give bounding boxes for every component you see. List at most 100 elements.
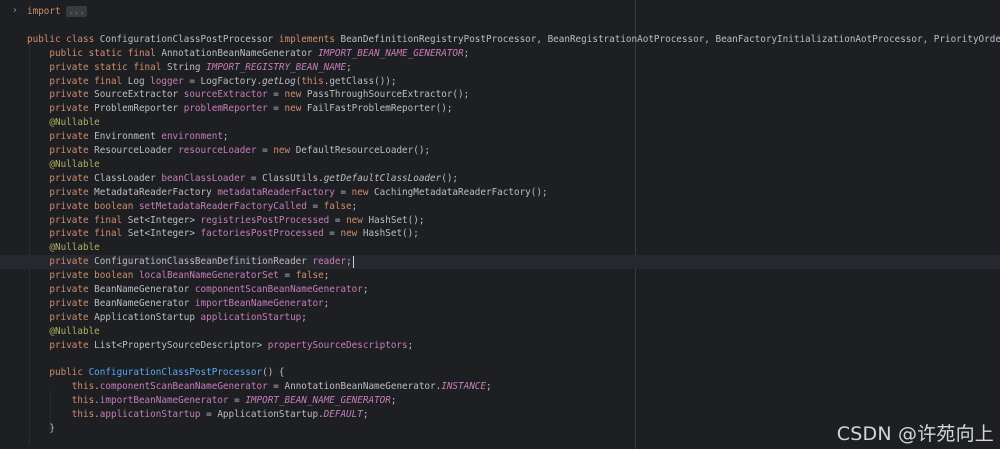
code-line[interactable]: @Nullable bbox=[0, 325, 99, 339]
code-token: CachingMetadataReaderFactory(); bbox=[374, 186, 548, 198]
code-token: () { bbox=[262, 367, 285, 379]
code-line[interactable]: private ConfigurationClassBeanDefinition… bbox=[0, 255, 1000, 270]
code-line[interactable]: private final Set<Integer> factoriesPost… bbox=[0, 227, 419, 241]
code-token: ; bbox=[486, 381, 492, 393]
code-token: private bbox=[49, 284, 95, 295]
code-line[interactable]: private List<PropertySourceDescriptor> p… bbox=[0, 339, 413, 353]
code-token: @Nullable bbox=[49, 117, 100, 129]
code-token: AnnotationBeanNameGenerator bbox=[161, 47, 319, 59]
code-token: private final bbox=[49, 75, 128, 87]
code-token: .getClass()); bbox=[323, 75, 397, 87]
code-token: ; bbox=[323, 270, 330, 282]
code-token: FailFastProblemReporter(); bbox=[306, 103, 453, 115]
code-token: (); bbox=[441, 172, 459, 184]
code-token: ; bbox=[222, 131, 229, 143]
code-line[interactable]: private boolean setMetadataReaderFactory… bbox=[0, 200, 357, 214]
code-line[interactable]: private ApplicationStartup applicationSt… bbox=[0, 311, 307, 325]
code-token: new bbox=[351, 186, 375, 198]
code-token: = AnnotationBeanNameGenerator. bbox=[267, 381, 442, 393]
code-line[interactable]: private ResourceLoader resourceLoader = … bbox=[0, 144, 430, 158]
code-line[interactable]: public ConfigurationClassPostProcessor()… bbox=[0, 366, 284, 380]
code-line[interactable]: private SourceExtractor sourceExtractor … bbox=[0, 88, 469, 102]
code-token: = bbox=[228, 395, 246, 407]
code-editor[interactable]: › import ... public class ConfigurationCl… bbox=[0, 0, 1000, 449]
code-token: ResourceLoader bbox=[94, 145, 179, 156]
code-line[interactable]: @Nullable bbox=[0, 116, 100, 130]
code-line[interactable]: private final Log logger = LogFactory.ge… bbox=[0, 75, 396, 89]
code-token: ProblemReporter bbox=[94, 103, 184, 115]
code-token: new bbox=[340, 228, 363, 240]
code-token: private bbox=[49, 172, 95, 184]
code-line[interactable]: private ProblemReporter problemReporter … bbox=[0, 102, 452, 116]
code-line[interactable]: private ClassLoader beanClassLoader = Cl… bbox=[0, 172, 458, 186]
code-token: ; bbox=[351, 200, 358, 212]
code-token: this bbox=[301, 75, 324, 87]
code-token: BeanDefinitionRegistryPostProcessor, Bea… bbox=[340, 33, 1000, 45]
code-token: sourceExtractor bbox=[183, 89, 268, 101]
code-token: IMPORT_BEAN_NAME_GENERATOR bbox=[318, 47, 464, 59]
code-token: private boolean bbox=[49, 270, 139, 282]
code-line[interactable]: this.importBeanNameGenerator = IMPORT_BE… bbox=[0, 394, 397, 408]
code-line[interactable]: public static final AnnotationBeanNameGe… bbox=[0, 47, 469, 61]
text-caret bbox=[352, 255, 354, 268]
code-line[interactable]: import ... bbox=[0, 5, 87, 19]
code-token: INSTANCE bbox=[441, 381, 486, 393]
right-margin-guide bbox=[635, 0, 636, 449]
code-token: ; bbox=[407, 339, 414, 351]
code-token: implements bbox=[278, 33, 341, 45]
code-line[interactable]: public class ConfigurationClassPostProce… bbox=[0, 33, 1000, 47]
code-token: DEFAULT bbox=[323, 409, 363, 421]
code-line[interactable]: private MetadataReaderFactory metadataRe… bbox=[0, 186, 548, 200]
code-line[interactable]: private BeanNameGenerator componentScanB… bbox=[0, 283, 368, 297]
code-token: public static final bbox=[49, 47, 162, 59]
code-token: ConfigurationClassBeanDefinitionReader bbox=[94, 256, 313, 268]
code-token: ; bbox=[346, 256, 352, 268]
code-token: BeanNameGenerator bbox=[94, 297, 195, 309]
code-token: IMPORT_REGISTRY_BEAN_NAME bbox=[206, 61, 347, 73]
code-line[interactable]: private static final String IMPORT_REGIS… bbox=[0, 61, 351, 75]
code-line[interactable] bbox=[0, 353, 27, 367]
code-token: = ClassUtils. bbox=[245, 172, 324, 184]
folded-imports[interactable]: ... bbox=[66, 6, 87, 17]
code-token: String bbox=[166, 61, 207, 73]
code-line[interactable]: private BeanNameGenerator importBeanName… bbox=[0, 297, 329, 311]
code-token: beanClassLoader bbox=[161, 172, 246, 184]
code-token: false bbox=[323, 200, 352, 212]
code-line[interactable]: private final Set<Integer> registriesPos… bbox=[0, 214, 424, 228]
code-token: private bbox=[49, 103, 95, 115]
code-token: DefaultResourceLoader(); bbox=[295, 145, 431, 156]
code-token: false bbox=[295, 270, 324, 282]
code-line[interactable]: @Nullable bbox=[0, 241, 99, 255]
code-token: HashSet(); bbox=[362, 228, 419, 240]
code-token: new bbox=[284, 89, 307, 101]
code-token: ConfigurationClassPostProcessor bbox=[99, 33, 279, 45]
code-line[interactable]: private boolean localBeanNameGeneratorSe… bbox=[0, 269, 329, 283]
code-token: factoriesPostProcessed bbox=[200, 228, 324, 240]
code-line[interactable] bbox=[0, 19, 27, 33]
code-line[interactable]: private Environment environment; bbox=[0, 130, 229, 144]
code-token: this bbox=[71, 395, 95, 407]
code-line[interactable]: @Nullable bbox=[0, 158, 100, 172]
csdn-watermark: CSDN @许苑向上 bbox=[836, 423, 994, 445]
code-token: @Nullable bbox=[49, 158, 100, 170]
code-token: } bbox=[27, 423, 55, 434]
code-line[interactable]: this.componentScanBeanNameGenerator = An… bbox=[0, 380, 492, 394]
code-token: ; bbox=[362, 284, 369, 295]
code-line[interactable]: } bbox=[0, 422, 55, 436]
code-token: private bbox=[49, 186, 95, 198]
code-token: ; bbox=[463, 47, 470, 59]
code-line[interactable]: this.applicationStartup = ApplicationSta… bbox=[0, 408, 369, 422]
